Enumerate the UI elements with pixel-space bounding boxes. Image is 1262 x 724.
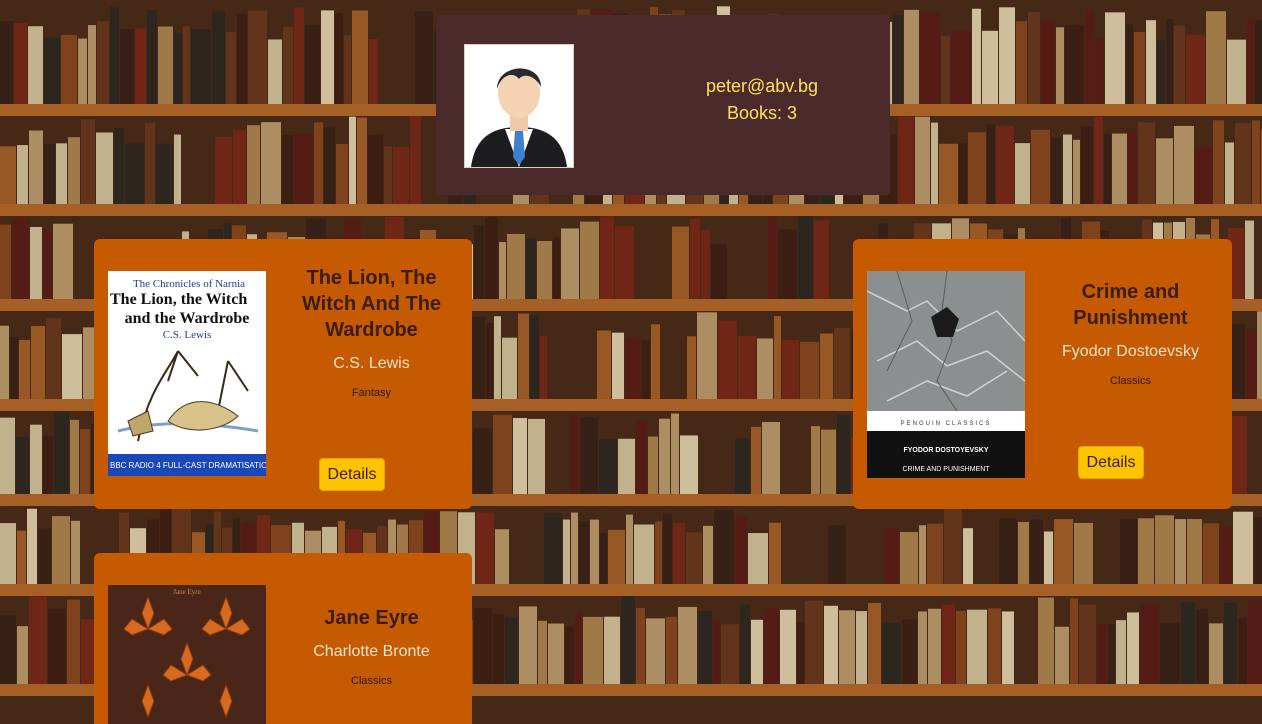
book-genre: Classics [1110, 375, 1151, 387]
user-avatar-icon [464, 44, 574, 168]
cover-title: Jane Eyre [173, 588, 200, 596]
profile-info: peter@abv.bg Books: 3 [676, 73, 848, 127]
cover-series: The Chronicles of Narnia [133, 278, 245, 290]
cover-title: CRIME AND PUNISHMENT [902, 466, 990, 473]
cover-banner: BBC RADIO 4 FULL-CAST DRAMATISATION [110, 461, 266, 470]
details-button[interactable]: Details [319, 458, 385, 491]
cover-series: PENGUIN CLASSICS [901, 421, 992, 427]
book-cover: Jane Eyre [108, 585, 266, 724]
book-card: The Chronicles of Narnia The Lion, the W… [94, 239, 472, 509]
details-button[interactable]: Details [1078, 446, 1144, 479]
cover-author: C.S. Lewis [163, 329, 212, 341]
book-author: C.S. Lewis [333, 355, 410, 372]
book-card: Jane Eyre Jane Eyre Charlotte Bronte Cla… [94, 553, 472, 724]
book-genre: Classics [351, 675, 392, 687]
book-author: Charlotte Bronte [313, 643, 430, 660]
books-count: Books: 3 [726, 103, 798, 123]
book-info: Crime and Punishment Fyodor Dostoevsky C… [1053, 279, 1208, 387]
book-card: PENGUIN CLASSICS FYODOR DOSTOYEVSKY CRIM… [853, 239, 1232, 509]
cover-title-line-1: The Lion, the Witch [110, 291, 247, 308]
book-title: The Lion, The Witch And The Wardrobe [301, 267, 442, 341]
book-genre: Fantasy [351, 387, 392, 399]
book-author: Fyodor Dostoevsky [1062, 343, 1199, 360]
book-info: The Lion, The Witch And The Wardrobe C.S… [294, 265, 449, 399]
cover-author: FYODOR DOSTOYEVSKY [903, 447, 988, 454]
book-cover: The Chronicles of Narnia The Lion, the W… [108, 271, 266, 476]
book-cover: PENGUIN CLASSICS FYODOR DOSTOYEVSKY CRIM… [867, 271, 1025, 478]
cover-title-line-2: and the Wardrobe [125, 310, 250, 327]
user-email: peter@abv.bg [705, 76, 818, 96]
profile-panel: peter@abv.bg Books: 3 [436, 15, 890, 195]
book-title: Jane Eyre [324, 607, 419, 629]
book-title: Crime and Punishment [1073, 281, 1188, 329]
book-info: Jane Eyre Charlotte Bronte Classics [294, 605, 449, 687]
